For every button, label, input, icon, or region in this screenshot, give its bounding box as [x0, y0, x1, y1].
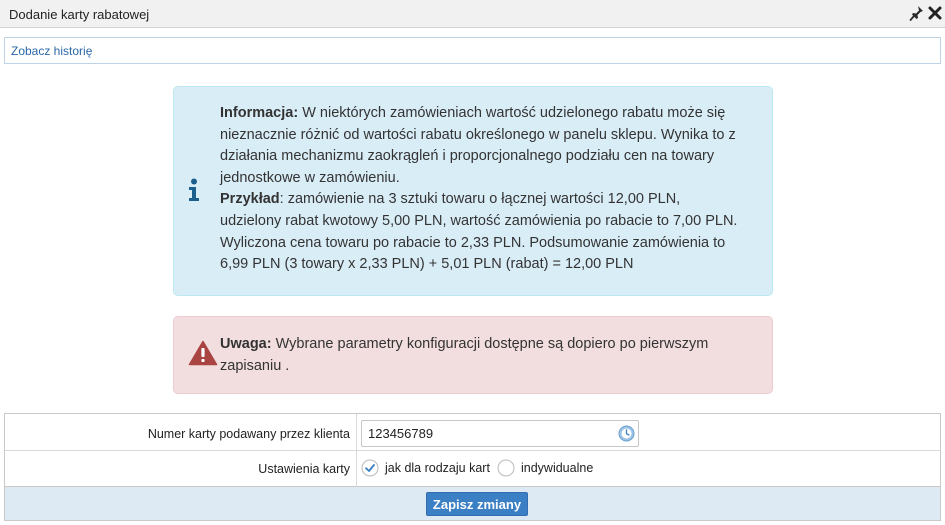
pin-icon[interactable] [909, 4, 925, 22]
info-icon [186, 178, 202, 202]
radio-option-label: jak dla rodzaju kart [385, 461, 490, 475]
radio-option-card-type[interactable]: jak dla rodzaju kart [361, 459, 491, 479]
save-button[interactable]: Zapisz zmiany [426, 492, 528, 516]
history-link[interactable]: Zobacz historię [11, 44, 92, 58]
radio-checked-icon[interactable] [361, 459, 379, 477]
info-alert-body: W niektórych zamówieniach wartość udziel… [220, 105, 736, 186]
card-number-label: Numer karty podawany przez klienta [147, 427, 350, 441]
history-bar: Zobacz historię [4, 37, 941, 64]
info-alert: Informacja: W niektórych zamówieniach wa… [173, 86, 773, 296]
card-settings-row: Ustawienia karty jak dla rodzaju kart in… [5, 451, 940, 487]
form-footer: Zapisz zmiany [5, 487, 940, 520]
warning-alert-label: Uwaga: [220, 336, 272, 352]
info-alert-text: Informacja: W niektórych zamówieniach wa… [220, 103, 744, 276]
radio-option-individual[interactable]: indywidualne [497, 459, 607, 479]
warning-alert: Uwaga: Wybrane parametry konfiguracji do… [173, 316, 773, 394]
history-icon[interactable] [618, 425, 635, 442]
example-body: : zamówienie na 3 sztuki towaru o łączne… [220, 191, 738, 273]
card-settings-label: Ustawienia karty [258, 462, 350, 476]
card-number-input[interactable] [361, 420, 639, 447]
card-number-row: Numer karty podawany przez klienta [5, 414, 940, 451]
radio-option-label: indywidualne [521, 461, 594, 475]
card-form: Numer karty podawany przez klienta Ustaw… [4, 413, 941, 521]
form-column-divider [356, 414, 357, 487]
warning-icon [188, 340, 218, 366]
window-titlebar: Dodanie karty rabatowej [0, 0, 945, 28]
warning-alert-text: Uwaga: Wybrane parametry konfiguracji do… [220, 334, 744, 377]
info-alert-label: Informacja: [220, 105, 299, 121]
close-icon[interactable] [927, 4, 943, 22]
warning-alert-body: Wybrane parametry konfiguracji dostępne … [220, 336, 709, 374]
example-label: Przykład [220, 191, 280, 208]
window-title: Dodanie karty rabatowej [9, 7, 150, 22]
radio-unchecked-icon[interactable] [497, 459, 515, 477]
